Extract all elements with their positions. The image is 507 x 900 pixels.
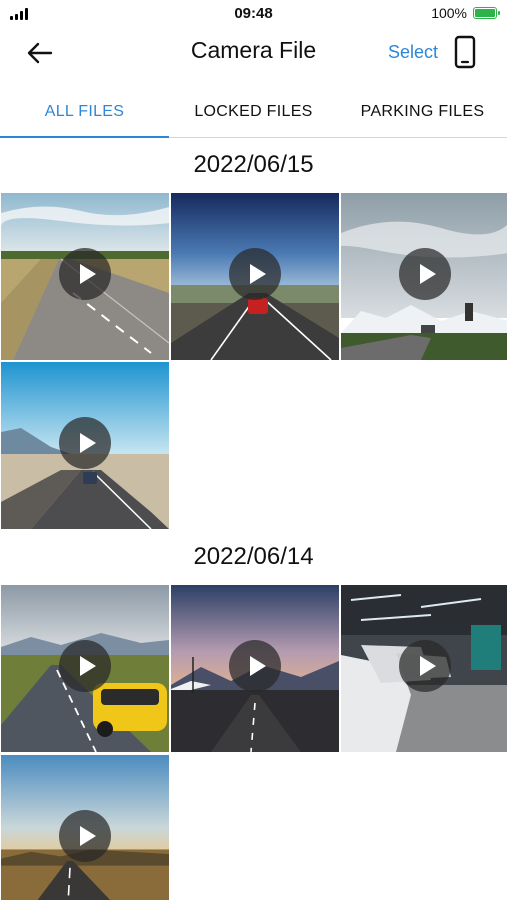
video-thumbnail[interactable] — [171, 585, 339, 752]
video-thumbnail[interactable] — [341, 193, 507, 360]
tab-all-files[interactable]: ALL FILES — [0, 86, 169, 138]
play-icon[interactable] — [59, 640, 111, 692]
video-thumbnail[interactable] — [1, 585, 169, 752]
section-date-label: 2022/06/15 — [193, 151, 314, 178]
play-icon[interactable] — [59, 248, 111, 300]
battery-icon — [473, 7, 500, 19]
video-thumbnail[interactable] — [1, 755, 169, 900]
play-icon[interactable] — [229, 248, 281, 300]
video-thumbnail[interactable] — [1, 362, 169, 529]
video-thumbnail[interactable] — [171, 193, 339, 360]
tab-parking-files[interactable]: PARKING FILES — [338, 86, 507, 137]
battery-percentage: 100% — [431, 5, 467, 21]
play-icon[interactable] — [59, 417, 111, 469]
video-thumbnail[interactable] — [341, 585, 507, 752]
play-icon[interactable] — [229, 640, 281, 692]
file-tabs: ALL FILES LOCKED FILES PARKING FILES — [0, 86, 507, 138]
play-icon[interactable] — [399, 248, 451, 300]
video-thumbnail[interactable] — [1, 193, 169, 360]
app-header: Camera File Select — [0, 28, 507, 76]
play-icon[interactable] — [399, 640, 451, 692]
play-icon[interactable] — [59, 810, 111, 862]
device-button[interactable] — [453, 35, 477, 69]
section-date-label: 2022/06/14 — [193, 543, 314, 570]
tab-locked-files[interactable]: LOCKED FILES — [169, 86, 338, 137]
status-bar: 09:48 100% — [0, 0, 507, 28]
select-button[interactable]: Select — [388, 42, 438, 63]
phone-icon — [454, 35, 476, 69]
